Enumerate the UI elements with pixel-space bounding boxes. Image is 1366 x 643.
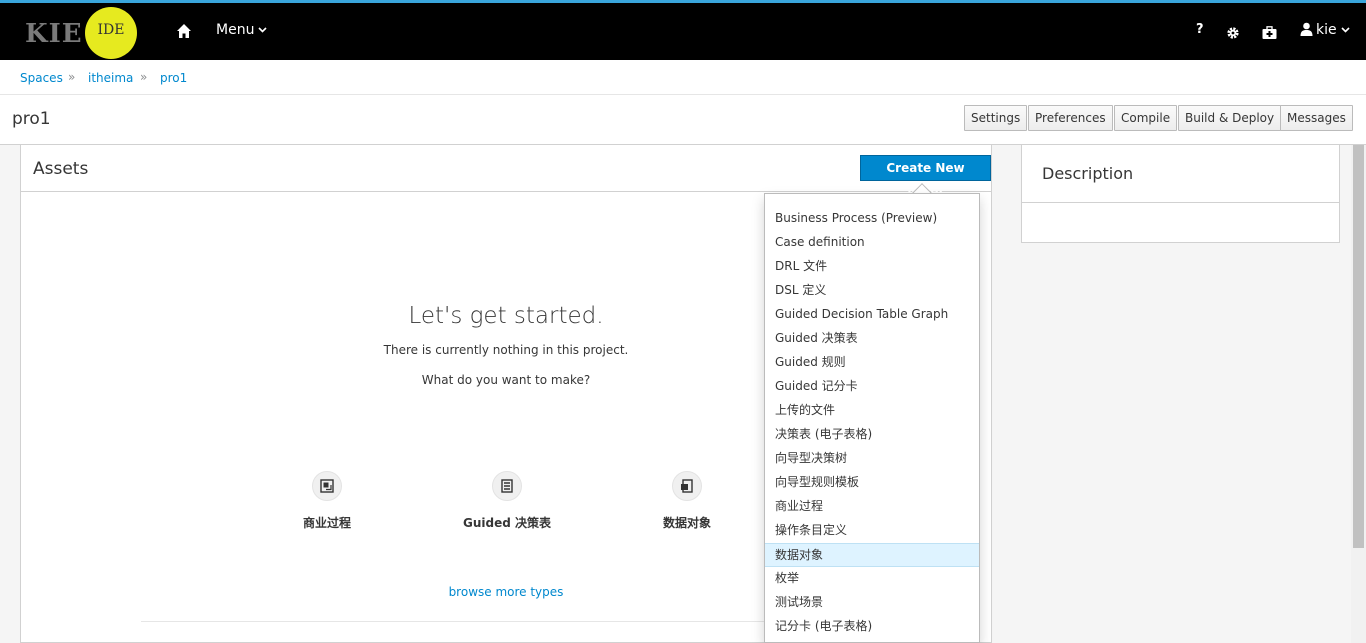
- kie-ide-logo[interactable]: KIE IDE: [25, 7, 145, 59]
- menu-item-uploaded-file[interactable]: 上传的文件: [765, 399, 979, 423]
- menu-item-guided-decision-table-graph[interactable]: Guided Decision Table Graph: [765, 303, 979, 327]
- breadcrumb-separator: »: [140, 70, 148, 84]
- menu-item-case-definition[interactable]: Case definition: [765, 231, 979, 255]
- assets-header: Assets Create New Asset: [21, 145, 991, 199]
- breadcrumb-itheima[interactable]: itheima: [88, 71, 133, 85]
- help-button[interactable]: ?: [1196, 22, 1204, 37]
- decision-table-icon: [492, 471, 522, 501]
- chevron-down-icon: [258, 27, 268, 33]
- breadcrumb-pro1[interactable]: pro1: [160, 71, 187, 85]
- menu-item-drl-file[interactable]: DRL 文件: [765, 255, 979, 279]
- quick-create-label: 商业过程: [302, 516, 351, 530]
- quick-create-guided-decision-table[interactable]: Guided 决策表: [437, 471, 577, 531]
- breadcrumb-spaces[interactable]: Spaces: [20, 71, 63, 85]
- assets-title: Assets: [33, 159, 89, 179]
- new-asset-dropdown-menu: Business Process (Preview) Case definiti…: [764, 193, 980, 643]
- menu-item-guided-rule-template[interactable]: 向导型规则模板: [765, 471, 979, 495]
- divider: [141, 621, 861, 622]
- quick-create-label: Guided 决策表: [462, 516, 551, 530]
- logo-kie-text: KIE: [25, 19, 83, 49]
- description-title: Description: [1042, 164, 1134, 183]
- top-navbar: KIE IDE Menu ? kie: [0, 0, 1366, 60]
- menu-item-guided-decision-table[interactable]: Guided 决策表: [765, 327, 979, 351]
- user-icon: [1300, 22, 1313, 36]
- scrollbar-thumb[interactable]: [1353, 145, 1364, 548]
- scrollbar[interactable]: [1351, 145, 1366, 643]
- main-area: Assets Create New Asset Let's get starte…: [0, 145, 1366, 643]
- quick-create-label: 数据对象: [662, 516, 711, 530]
- menu-item-data-object[interactable]: 数据对象: [765, 543, 979, 567]
- preferences-button[interactable]: Preferences: [1028, 105, 1113, 131]
- create-new-asset-button[interactable]: Create New Asset: [860, 155, 991, 199]
- menu-item-decision-table-spreadsheet[interactable]: 决策表 (电子表格): [765, 423, 979, 447]
- menu-item-work-item-definition[interactable]: 操作条目定义: [765, 519, 979, 543]
- menu-item-guided-scorecard[interactable]: Guided 记分卡: [765, 375, 979, 399]
- menu-item-guided-decision-tree[interactable]: 向导型决策树: [765, 447, 979, 471]
- messages-button[interactable]: Messages: [1280, 105, 1353, 131]
- quick-create-business-process[interactable]: 商业过程: [257, 471, 397, 531]
- menu-label: Menu: [216, 22, 255, 38]
- tools-button[interactable]: [1262, 26, 1277, 44]
- compile-button[interactable]: Compile: [1114, 105, 1178, 131]
- briefcase-icon: [1262, 26, 1277, 39]
- home-icon: [177, 24, 191, 38]
- menu-item-test-scenario[interactable]: 测试场景: [765, 591, 979, 615]
- menu-item-guided-rule[interactable]: Guided 规则: [765, 351, 979, 375]
- quick-create-data-object[interactable]: 数据对象: [617, 471, 757, 531]
- settings-button[interactable]: [1226, 26, 1240, 44]
- menu-item-business-process[interactable]: 商业过程: [765, 495, 979, 519]
- menu-item-enumeration[interactable]: 枚举: [765, 567, 979, 591]
- menu-item-dsl-definition[interactable]: DSL 定义: [765, 279, 979, 303]
- logo-ide-text: IDE: [97, 22, 125, 38]
- breadcrumb: Spaces » itheima » pro1: [0, 60, 1366, 95]
- user-menu[interactable]: kie: [1300, 22, 1350, 38]
- description-header: Description: [1022, 145, 1339, 203]
- home-button[interactable]: [176, 23, 194, 41]
- settings-tab-button[interactable]: Settings: [964, 105, 1028, 131]
- data-object-icon: [672, 471, 702, 501]
- description-panel: Description: [1021, 145, 1340, 243]
- process-icon: [312, 471, 342, 501]
- menu-item-business-process-preview[interactable]: Business Process (Preview): [765, 207, 979, 231]
- breadcrumb-separator: »: [68, 70, 76, 84]
- chevron-down-icon: [1341, 27, 1350, 33]
- menu-item-scorecard-spreadsheet[interactable]: 记分卡 (电子表格): [765, 615, 979, 639]
- gear-icon: [1227, 27, 1239, 39]
- page-title: pro1: [12, 109, 51, 129]
- user-name: kie: [1316, 22, 1337, 38]
- build-deploy-button[interactable]: Build & Deploy: [1178, 105, 1282, 131]
- menu-dropdown[interactable]: Menu: [216, 22, 268, 38]
- project-titlebar: pro1 Settings Preferences Compile Build …: [0, 95, 1366, 145]
